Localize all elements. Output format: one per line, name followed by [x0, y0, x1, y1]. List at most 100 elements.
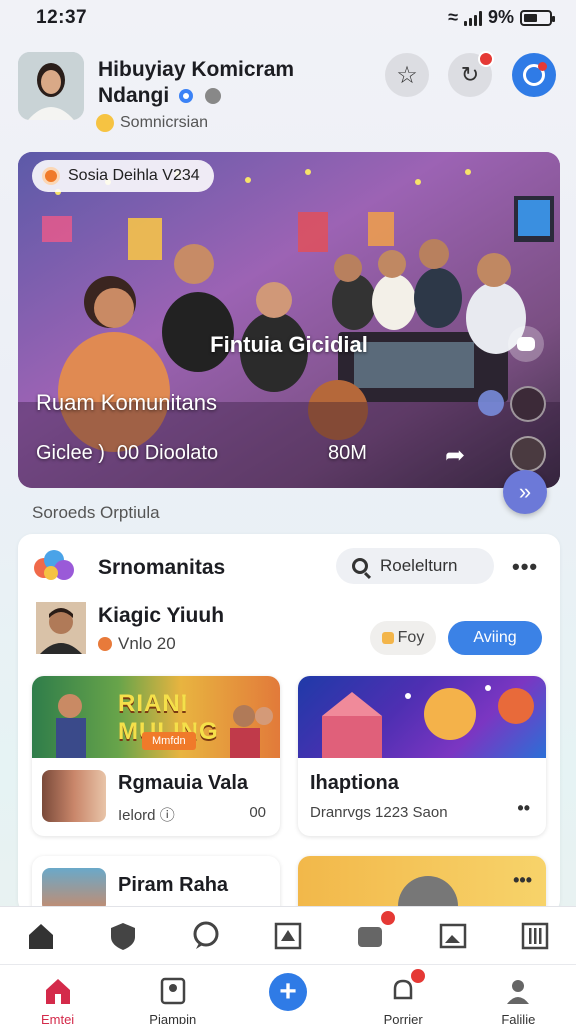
post-banner-button[interactable]: Mmfdn — [142, 732, 196, 750]
community-card: Srnomanitas Roelelturn ••• Kiagic Yiuuh … — [18, 534, 560, 914]
battery-percent: 9% — [487, 7, 514, 27]
participant-avatar-2[interactable] — [510, 436, 546, 472]
status-indicators: ≈ 9% — [448, 7, 555, 28]
signal-icon — [463, 10, 482, 26]
nav-profile-search[interactable]: Piampin — [123, 965, 223, 1024]
post-card[interactable]: Ihaptiona Dranrvgs 1223 Saon •• — [298, 676, 546, 836]
post-title: Rgmauia Vala — [118, 772, 249, 794]
search-label: Roelelturn — [380, 556, 458, 575]
nav-label: Falilie — [501, 1012, 536, 1024]
member-name: Kiagic Yiuuh — [98, 604, 225, 627]
messages-icon — [358, 926, 383, 947]
hero-title: Fintuia Gicidial — [210, 332, 368, 357]
person-icon — [502, 975, 534, 1006]
gallery-icon — [439, 923, 466, 948]
messages-tool-button[interactable] — [353, 908, 398, 953]
post-more-button[interactable]: •• — [517, 798, 530, 819]
nav-home[interactable]: Emtei — [8, 965, 108, 1024]
status-time: 12:37 — [36, 7, 88, 28]
post-card[interactable]: RIANI MULING Mmfdn Rgmauia Vala Ielord ⓘ… — [32, 676, 280, 836]
participant-avatar[interactable] — [510, 386, 546, 422]
house-icon — [29, 923, 54, 949]
shield-tool-button[interactable] — [106, 919, 140, 953]
emoji-icon — [96, 114, 114, 132]
post-title: Piram Raha — [118, 874, 229, 896]
hero-image — [18, 152, 560, 488]
nav-label: Emtei — [40, 1012, 75, 1024]
post-count: 00 — [249, 804, 266, 821]
member-badge-icon — [98, 637, 112, 651]
share-icon — [523, 62, 547, 86]
hero-stats: Giclee ) 00 Dioolato — [36, 442, 218, 465]
share-link-icon[interactable]: ➦ — [438, 438, 472, 472]
profile-header: Hibuyiay Komicram Ndangi Somnicrsian ☆ ↻ — [18, 51, 558, 132]
community-title: Srnomanitas — [98, 556, 226, 579]
avatar[interactable] — [18, 52, 84, 120]
notification-badge — [379, 908, 398, 927]
action-toolbar — [0, 906, 576, 964]
shield-icon — [111, 922, 136, 950]
chat-tool-button[interactable] — [189, 919, 223, 953]
nav-label: Piampin — [149, 1012, 197, 1024]
community-logo-icon — [34, 550, 74, 586]
hero-stat-left: Giclee ) — [36, 442, 105, 464]
wifi-icon: ≈ — [448, 7, 458, 27]
user-subtitle: Somnicrsian — [96, 114, 208, 132]
post-banner-image — [298, 676, 546, 758]
plus-icon: + — [268, 973, 307, 1011]
bell-icon — [387, 967, 428, 1006]
hero-stat-mid: 00 Dioolato — [116, 442, 219, 464]
share-button[interactable] — [512, 53, 556, 97]
list-tool-button[interactable] — [518, 919, 552, 953]
star-tool-button[interactable] — [271, 919, 305, 953]
user-name-text: Hibuyiay Komicram Ndangi — [98, 58, 295, 107]
notification-badge — [409, 967, 428, 985]
search-icon — [352, 558, 368, 574]
settings-icon[interactable] — [478, 390, 504, 416]
member-meta-text: Vnlo 20 — [118, 634, 176, 653]
user-subtitle-text: Somnicrsian — [120, 114, 209, 131]
notification-badge — [478, 51, 494, 67]
double-chevron-icon: » — [518, 479, 532, 504]
post-meta: Dranrvgs 1223 Saon — [310, 804, 448, 821]
member-avatar[interactable] — [36, 602, 86, 654]
foy-button[interactable]: Foy — [370, 621, 436, 655]
forward-button[interactable]: » — [503, 470, 547, 514]
section-label: Soroeds Orptiula — [32, 503, 160, 522]
hero-count: 80M — [328, 442, 367, 464]
globe-icon — [204, 88, 221, 105]
favorite-button[interactable]: ☆ — [385, 53, 429, 97]
hero-tag[interactable]: Sosia Deihla V234 — [32, 160, 214, 192]
hero-subtitle: Ruam Komunitans — [36, 390, 217, 415]
member-meta: Vnlo 20 — [98, 634, 176, 654]
follow-button[interactable]: Aviing — [448, 621, 542, 655]
star-frame-icon — [274, 922, 302, 949]
refresh-icon: ↻ — [460, 62, 480, 87]
more-options-button[interactable]: ••• — [512, 554, 538, 580]
nav-notifications[interactable]: Porrier — [353, 965, 453, 1024]
post-title: Ihaptiona — [310, 772, 399, 794]
nav-create[interactable]: + — [238, 965, 338, 1024]
profile-search-icon — [157, 975, 189, 1006]
home-tool-button[interactable] — [24, 919, 58, 953]
verified-icon — [179, 89, 194, 104]
refresh-button[interactable]: ↻ — [448, 51, 494, 97]
live-icon — [42, 167, 60, 185]
home-icon — [42, 975, 74, 1006]
columns-icon — [521, 922, 549, 949]
nav-account[interactable]: Falilie — [468, 965, 568, 1024]
chat-button[interactable] — [508, 326, 544, 362]
nav-label: Porrier — [383, 1012, 423, 1024]
foy-label: Foy — [397, 629, 425, 646]
status-bar: 12:37 ≈ 9% — [0, 0, 576, 40]
speech-bubble-icon — [193, 921, 219, 949]
gallery-tool-button[interactable] — [436, 919, 470, 953]
hero-card[interactable]: Sosia Deihla V234 Fintuia Gicidial Ruam … — [18, 152, 560, 488]
post-banner-image: RIANI MULING Mmfdn — [32, 676, 280, 758]
post-meta-text: Ielord — [118, 807, 156, 824]
post-more-button[interactable]: ••• — [513, 870, 532, 891]
info-icon[interactable]: ⓘ — [160, 807, 175, 824]
chat-icon — [517, 337, 535, 351]
search-button[interactable]: Roelelturn — [336, 548, 494, 584]
user-name: Hibuyiay Komicram Ndangi — [98, 57, 308, 109]
